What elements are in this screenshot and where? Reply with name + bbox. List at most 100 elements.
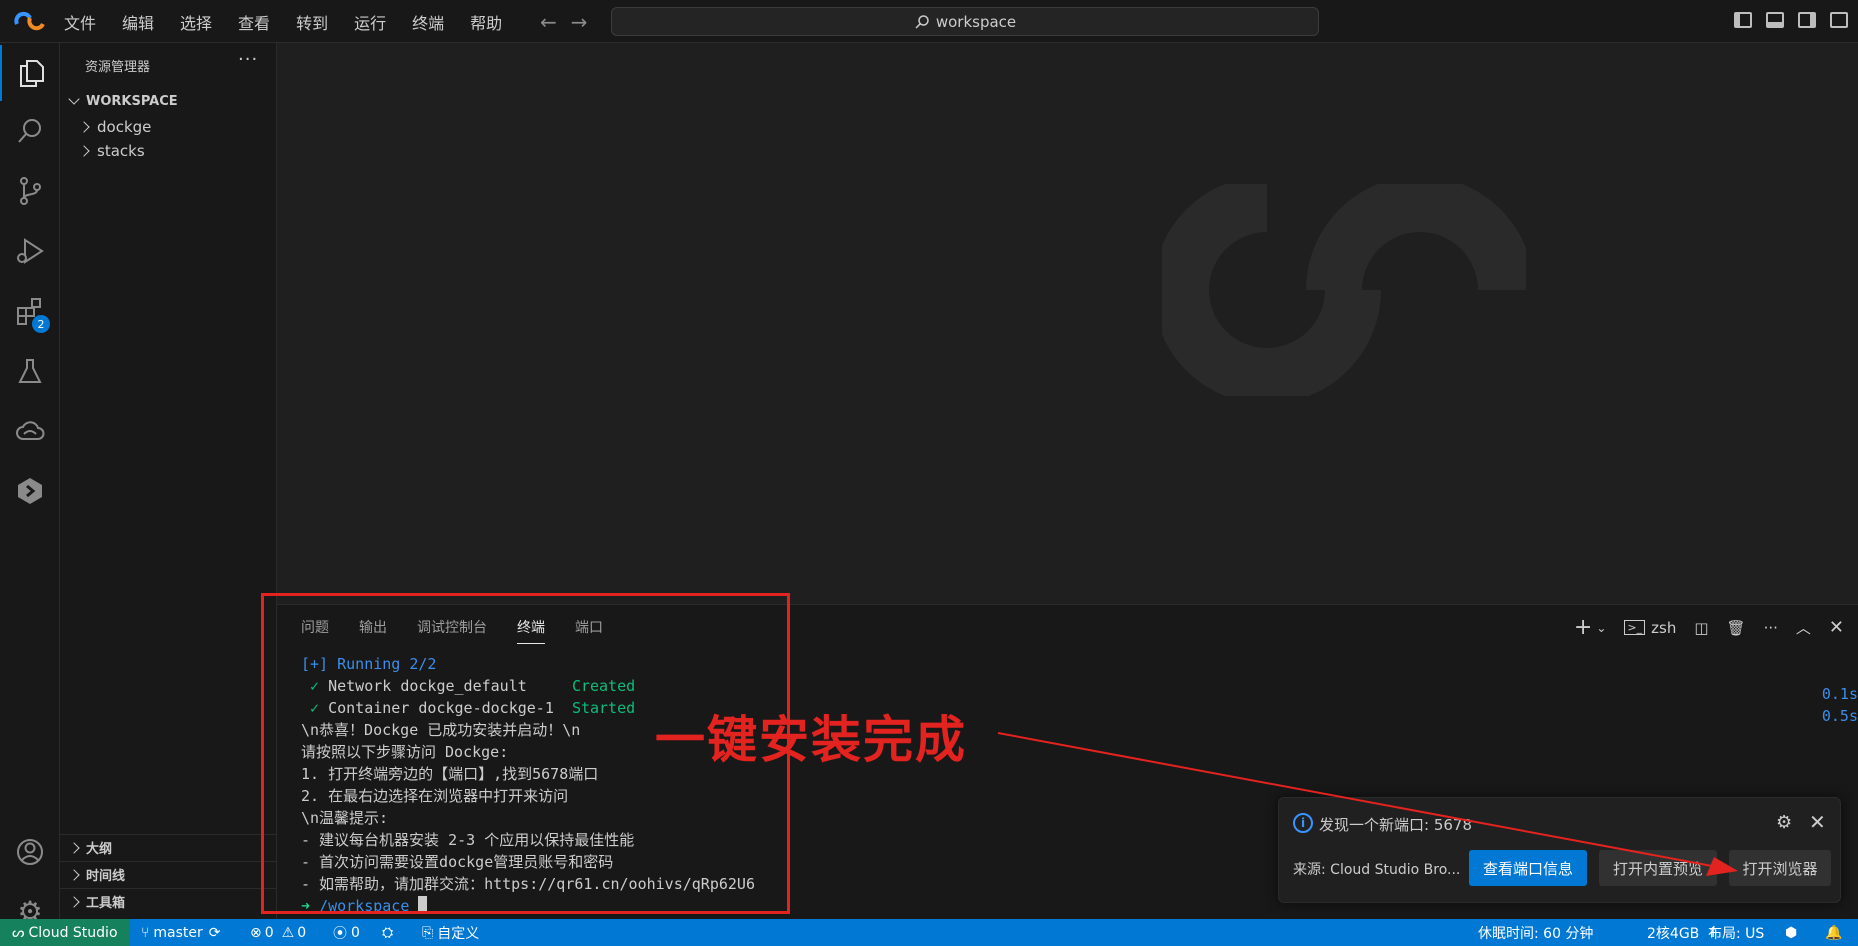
notification-settings-gear-icon[interactable]: ⚙ (1776, 812, 1792, 833)
git-branch-icon: ⑂ (141, 924, 150, 941)
warning-icon: ⚠ (281, 924, 295, 941)
nav-arrows: ← → (540, 10, 602, 34)
remote-indicator[interactable]: ᔕ Cloud Studio (0, 919, 130, 946)
chevron-right-icon (68, 895, 80, 908)
menu-run[interactable]: 运行 (354, 10, 386, 34)
menu-edit[interactable]: 编辑 (122, 10, 154, 34)
folder-label: stacks (97, 142, 145, 160)
more-actions-icon[interactable]: ··· (1764, 619, 1778, 637)
menu-bar: 文件 编辑 选择 查看 转到 运行 终端 帮助 (64, 0, 528, 43)
customize-layout-icon[interactable] (1830, 12, 1848, 28)
section-outline[interactable]: 大纲 (60, 834, 276, 860)
sleep-timer[interactable]: 休眠时间: 60 分钟 (1478, 919, 1593, 946)
title-bar: 文件 编辑 选择 查看 转到 运行 终端 帮助 ← → workspace (0, 0, 1858, 43)
menu-view[interactable]: 查看 (238, 10, 270, 34)
terminal-timings: 0.1s 0.5s (1822, 683, 1858, 727)
codebuddy-icon[interactable] (0, 463, 60, 519)
more-actions-icon[interactable]: ··· (238, 49, 258, 70)
menu-go[interactable]: 转到 (296, 10, 328, 34)
codebuddy-status-icon[interactable]: ⬢ (1785, 919, 1797, 946)
terminal-shell-selector[interactable]: >_ zsh (1624, 619, 1676, 637)
annotation-label: 一键安装完成 (655, 711, 967, 769)
warning-count: 0 (297, 924, 307, 941)
search-text: workspace (935, 12, 1017, 31)
chevron-right-icon (68, 841, 80, 854)
toggle-secondary-sidebar-icon[interactable] (1798, 12, 1816, 28)
sync-icon[interactable]: ⟳ (209, 925, 221, 941)
explorer-icon[interactable] (0, 45, 62, 101)
notifications-bell-icon[interactable]: 🔔 (1825, 919, 1842, 946)
remote-label: Cloud Studio (28, 924, 118, 941)
menu-terminal[interactable]: 终端 (412, 10, 444, 34)
timing-container: 0.5s (1821, 707, 1858, 725)
close-panel-icon[interactable]: ✕ (1829, 617, 1844, 638)
source-control-icon[interactable] (0, 163, 60, 219)
extensions-badge: 2 (32, 315, 50, 333)
editor-area (277, 43, 1858, 604)
notification-message: 发现一个新端口: 5678 (1319, 816, 1472, 834)
chevron-right-icon (68, 868, 80, 881)
branch-indicator[interactable]: ⑂ master ⟳ (141, 919, 221, 946)
terminal-dropdown-chevron-icon[interactable]: ⌄ (1596, 621, 1606, 635)
workspace-root[interactable]: WORKSPACE (60, 88, 276, 114)
customize-indicator[interactable]: ⎘ 自定义 (422, 919, 479, 946)
open-builtin-preview-button[interactable]: 打开内置预览 (1599, 850, 1717, 886)
layout-controls (1734, 12, 1848, 28)
view-port-info-button[interactable]: 查看端口信息 (1469, 850, 1587, 886)
run-debug-status-icon[interactable]: ⛭ (382, 919, 393, 946)
account-icon[interactable] (0, 824, 60, 880)
new-terminal-plus-icon[interactable]: + (1574, 615, 1592, 640)
menu-selection[interactable]: 选择 (180, 10, 212, 34)
testing-flask-icon[interactable] (0, 343, 60, 399)
notification-close-icon[interactable]: ✕ (1809, 810, 1826, 834)
activity-bar: 2 ⚙ (0, 43, 62, 928)
ports-indicator[interactable]: ⦿ 0 (333, 919, 360, 946)
section-label: 大纲 (86, 842, 113, 857)
run-debug-icon[interactable] (0, 223, 60, 279)
new-port-notification: i 发现一个新端口: 5678 ⚙ ✕ 来源: Cloud Studio Bro… (1278, 797, 1841, 903)
panel-actions: + ⌄ >_ zsh ◫ 🗑 ··· ︿ ✕ (1574, 615, 1844, 640)
section-label: 工具箱 (86, 896, 126, 911)
sidebar-title: 资源管理器 (85, 60, 151, 75)
chevron-down-icon (68, 93, 80, 105)
error-icon: ⊗ (250, 924, 262, 941)
cloud-studio-logo-icon (14, 11, 45, 31)
section-label: 时间线 (86, 869, 126, 884)
folder-dockge[interactable]: dockge (60, 114, 276, 140)
keyboard-layout[interactable]: 布局: US (1708, 919, 1764, 946)
ports-count: 0 (351, 924, 360, 941)
search-activity-icon[interactable] (0, 103, 60, 159)
extensions-icon[interactable]: 2 (0, 283, 60, 339)
forward-arrow-icon[interactable]: → (571, 10, 588, 34)
folder-label: dockge (97, 118, 152, 136)
error-count: 0 (264, 924, 274, 941)
broadcast-icon: ⦿ (333, 925, 347, 942)
section-toolbox[interactable]: 工具箱 (60, 888, 276, 914)
notification-source: 来源: Cloud Studio Bro... (1293, 862, 1461, 878)
search-icon (915, 14, 929, 29)
terminal-prompt-icon: >_ (1624, 620, 1646, 635)
info-icon: i (1293, 813, 1313, 833)
menu-file[interactable]: 文件 (64, 10, 96, 34)
cloud-icon[interactable] (0, 403, 60, 459)
menu-help[interactable]: 帮助 (470, 10, 502, 34)
split-terminal-icon[interactable]: ◫ (1694, 619, 1708, 637)
spec-label: 2核4GB (1647, 925, 1700, 942)
toggle-panel-icon[interactable] (1766, 12, 1784, 28)
back-arrow-icon[interactable]: ← (540, 10, 557, 34)
problems-indicator[interactable]: ⊗ 0 ⚠ 0 (250, 919, 306, 946)
customize-label: 自定义 (437, 925, 480, 942)
cloud-studio-watermark-icon (1162, 184, 1526, 396)
kill-terminal-trash-icon[interactable]: 🗑 (1727, 619, 1746, 637)
toggle-primary-sidebar-icon[interactable] (1734, 12, 1752, 28)
command-center-search[interactable]: workspace (611, 7, 1319, 36)
chevron-right-icon (78, 145, 90, 157)
timing-network: 0.1s (1821, 685, 1858, 703)
open-browser-button[interactable]: 打开浏览器 (1729, 850, 1831, 886)
customize-icon: ⎘ (422, 924, 434, 941)
section-timeline[interactable]: 时间线 (60, 861, 276, 887)
cloud-studio-logo-icon: ᔕ (12, 924, 25, 941)
maximize-panel-chevron-up-icon[interactable]: ︿ (1796, 617, 1811, 638)
chevron-right-icon (78, 121, 90, 133)
folder-stacks[interactable]: stacks (60, 138, 276, 164)
